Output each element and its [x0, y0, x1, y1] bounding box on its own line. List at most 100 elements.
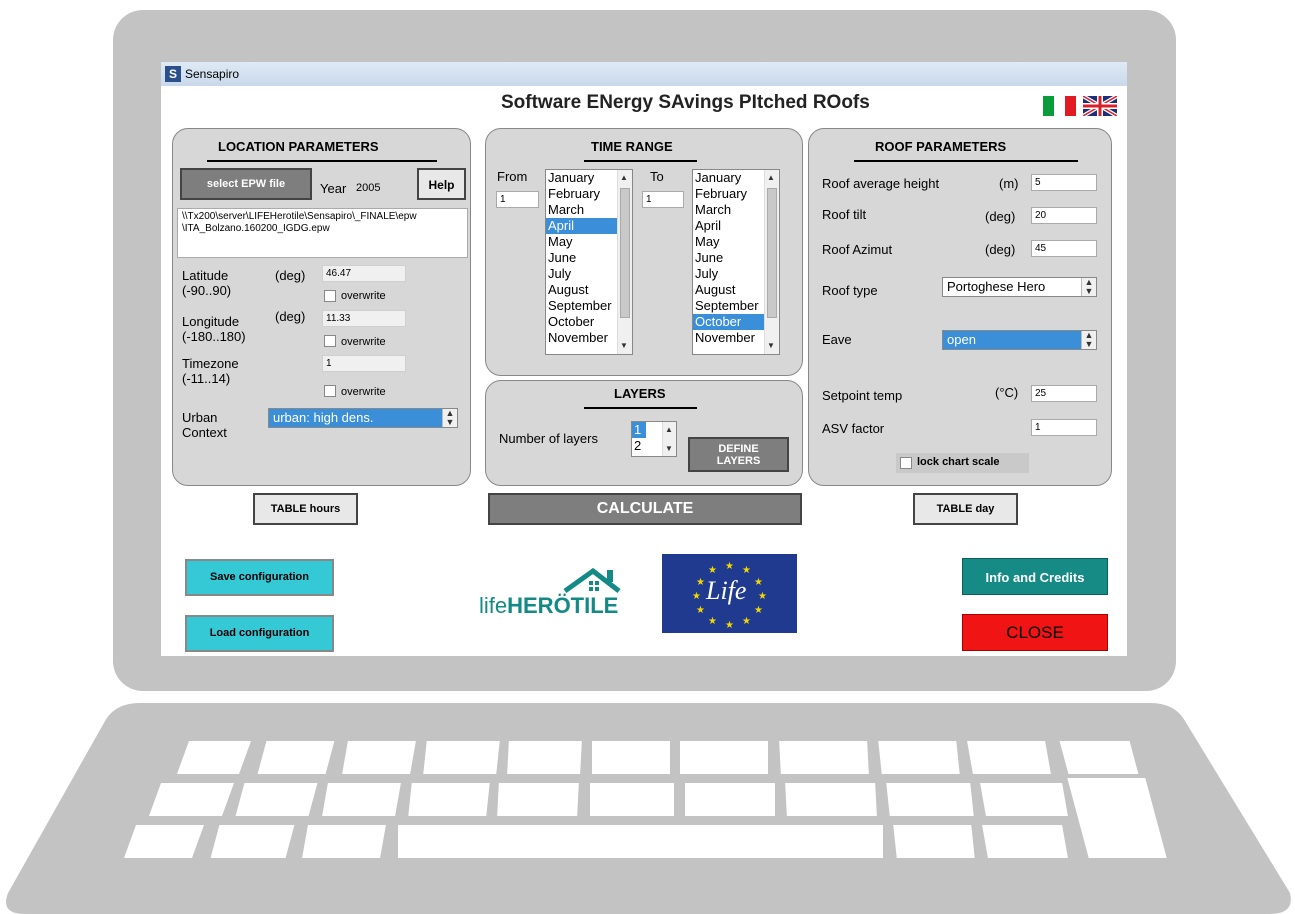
longitude-field[interactable]: 11.33	[322, 310, 406, 327]
from-label: From	[497, 169, 528, 184]
italian-flag-icon[interactable]	[1043, 96, 1076, 116]
scroll-thumb[interactable]	[767, 188, 777, 318]
list-item[interactable]: 1	[632, 422, 646, 438]
urban-context-select[interactable]: urban: high dens. ▲ ▼	[268, 408, 458, 428]
asv-factor-field[interactable]: 1	[1031, 419, 1097, 436]
table-hours-button[interactable]: TABLE hours	[253, 493, 358, 525]
longitude-overwrite-checkbox[interactable]	[324, 335, 336, 347]
scroll-thumb[interactable]	[620, 188, 630, 318]
key	[878, 741, 960, 774]
roof-height-field[interactable]: 5	[1031, 174, 1097, 191]
longitude-label: Longitude (-180..180)	[182, 314, 246, 344]
calculate-button[interactable]: CALCULATE	[488, 493, 802, 525]
to-month-list[interactable]: January February March April May June July Augu…	[692, 169, 780, 355]
overwrite-label: overwrite	[341, 290, 386, 302]
key	[967, 741, 1051, 774]
key	[893, 825, 975, 858]
lock-chart-scale-toggle[interactable]: lock chart scale	[896, 453, 1029, 473]
svg-text:★: ★	[725, 620, 734, 631]
roof-type-select[interactable]: Portoghese Hero ▲ ▼	[942, 277, 1097, 297]
number-of-layers-label: Number of layers	[499, 431, 598, 446]
svg-text:★: ★	[754, 577, 763, 588]
key	[176, 741, 252, 774]
spin-up-icon[interactable]: ▲	[665, 425, 673, 434]
save-configuration-button[interactable]: Save configuration	[185, 559, 334, 596]
epw-path-line2: \ITA_Bolzano.160200_IGDG.epw	[182, 223, 330, 234]
to-month-scrollbar[interactable]: ▲ ▼	[764, 170, 779, 354]
svg-text:★: ★	[754, 605, 763, 616]
location-title: LOCATION PARAMETERS	[218, 139, 379, 154]
svg-text:★: ★	[708, 565, 717, 576]
load-configuration-button[interactable]: Load configuration	[185, 615, 334, 652]
location-panel: LOCATION PARAMETERS select EPW file Year…	[172, 128, 471, 486]
scroll-up-icon[interactable]: ▲	[767, 173, 775, 182]
window-title: Sensapiro	[185, 67, 240, 81]
roof-height-label: Roof average height	[822, 176, 940, 191]
timezone-label: Timezone (-11..14)	[182, 356, 239, 386]
title-underline	[584, 407, 697, 409]
eu-life-logo: ★ ★ ★ ★ ★ ★ ★ ★ ★ ★ ★ ★ Life	[662, 554, 797, 633]
svg-text:★: ★	[708, 616, 717, 627]
asv-factor-label: ASV factor	[822, 421, 885, 436]
eu-life-text: Life	[706, 576, 747, 605]
spin-down-icon[interactable]: ▼	[665, 444, 673, 453]
to-day-field[interactable]: 1	[642, 191, 684, 208]
latitude-field[interactable]: 46.47	[322, 265, 406, 282]
roof-panel: ROOF PARAMETERS Roof average height (m) …	[808, 128, 1112, 486]
key	[322, 783, 401, 816]
svg-text:★: ★	[742, 565, 751, 576]
epw-path-line1: \\Tx200\server\LIFEHerotile\Sensapiro\_F…	[182, 211, 417, 222]
scroll-up-icon[interactable]: ▲	[620, 173, 628, 182]
svg-text:★: ★	[758, 591, 767, 602]
app-title: Software ENergy SAvings PItched ROofs	[501, 92, 870, 113]
layers-spinner[interactable]: ▲ ▼	[662, 422, 676, 456]
epw-path-field[interactable]: \\Tx200\server\LIFEHerotile\Sensapiro\_F…	[177, 208, 468, 258]
select-epw-button[interactable]: select EPW file	[180, 168, 312, 200]
key	[123, 825, 205, 858]
uk-flag-icon[interactable]	[1083, 96, 1117, 116]
scroll-down-icon[interactable]: ▼	[620, 341, 628, 350]
roof-tilt-field[interactable]: 20	[1031, 207, 1097, 224]
layers-count-list[interactable]: 12 ▲ ▼	[631, 421, 677, 457]
timezone-field[interactable]: 1	[322, 355, 406, 372]
roof-azimut-field[interactable]: 45	[1031, 240, 1097, 257]
herotile-logo-text: lifeHERÖTILE	[479, 593, 619, 618]
latitude-label: Latitude (-90..90)	[182, 268, 232, 298]
svg-text:★: ★	[742, 616, 751, 627]
house-logo-icon	[563, 567, 621, 594]
latitude-overwrite-checkbox[interactable]	[324, 290, 336, 302]
to-label: To	[650, 169, 664, 184]
key	[497, 783, 579, 816]
from-month-list[interactable]: January February March April May June July Augu…	[545, 169, 633, 355]
year-label: Year	[320, 181, 347, 196]
info-credits-button[interactable]: Info and Credits	[962, 558, 1108, 595]
scroll-down-icon[interactable]: ▼	[767, 341, 775, 350]
svg-text:★: ★	[696, 577, 705, 588]
setpoint-field[interactable]: 25	[1031, 385, 1097, 402]
help-button[interactable]: Help	[417, 168, 466, 200]
roof-type-label: Roof type	[822, 283, 878, 298]
close-button[interactable]: CLOSE	[962, 614, 1108, 651]
from-day-field[interactable]: 1	[496, 191, 539, 208]
key	[980, 783, 1068, 816]
key	[507, 741, 582, 774]
key	[592, 741, 670, 774]
app-icon: S	[165, 66, 181, 82]
key	[423, 741, 500, 774]
table-day-button[interactable]: TABLE day	[913, 493, 1018, 525]
title-underline	[854, 160, 1078, 162]
timezone-overwrite-checkbox[interactable]	[324, 385, 336, 397]
overwrite-label: overwrite	[341, 336, 386, 348]
define-layers-button[interactable]: DEFINE LAYERS	[688, 437, 789, 472]
eave-select[interactable]: open ▲ ▼	[942, 330, 1097, 350]
urban-context-label: Urban Context	[182, 410, 227, 440]
key-space	[398, 825, 883, 858]
eave-label: Eave	[822, 332, 852, 347]
from-month-scrollbar[interactable]: ▲ ▼	[617, 170, 632, 354]
lock-chart-scale-checkbox[interactable]	[900, 457, 912, 469]
roof-azimut-unit: (deg)	[985, 242, 1016, 257]
title-underline	[207, 160, 437, 162]
key	[148, 783, 235, 816]
key	[408, 783, 490, 816]
roof-title: ROOF PARAMETERS	[875, 139, 1007, 154]
